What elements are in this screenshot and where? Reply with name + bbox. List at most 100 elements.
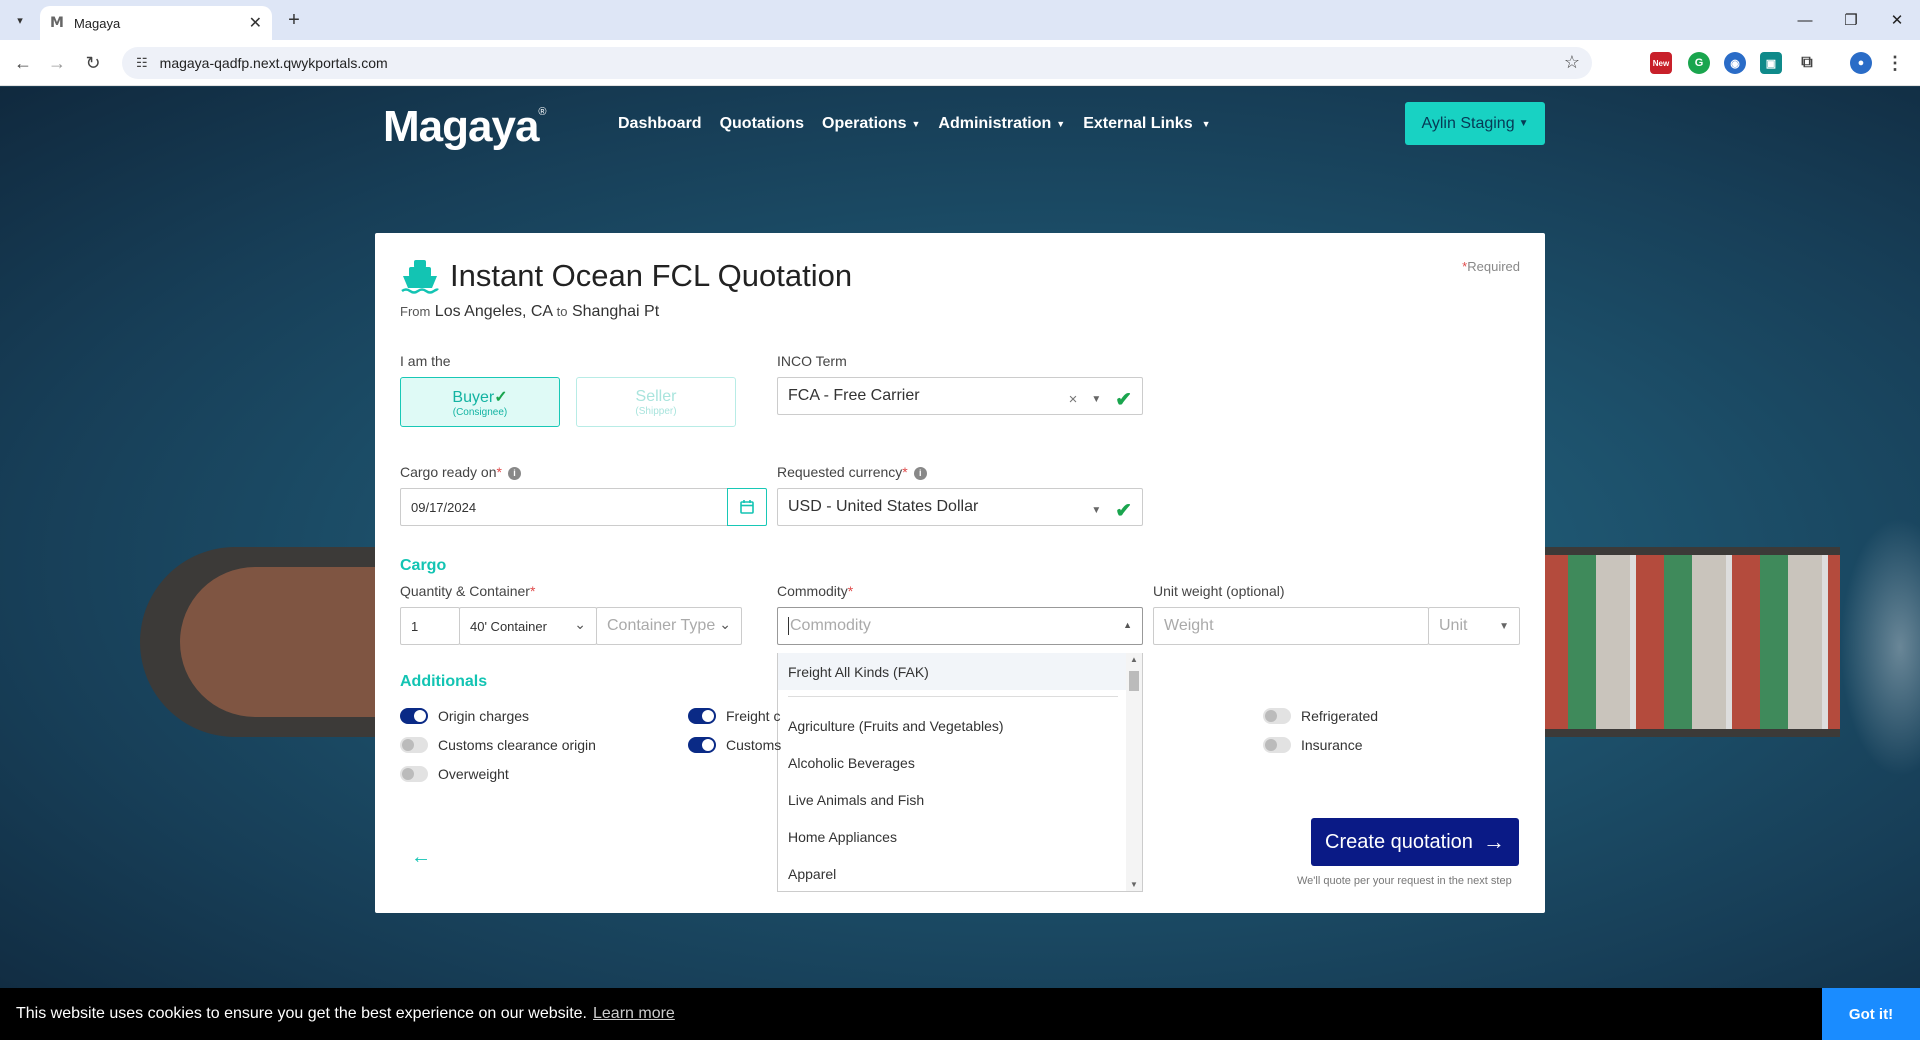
nav-administration[interactable]: Administration ▼ (938, 115, 1065, 133)
required-note: *Required (1462, 259, 1520, 274)
chevron-down-icon: ⌄ (719, 616, 731, 632)
cargo-ready-date-input[interactable]: 09/17/2024 (400, 488, 728, 526)
chevron-down-icon: ▼ (911, 119, 921, 129)
calendar-icon (740, 500, 754, 514)
forward-icon[interactable]: → (44, 50, 70, 76)
commodity-option[interactable]: Home Appliances (778, 818, 1142, 855)
page-background: Magaya® Dashboard Quotations Operations ▼… (0, 87, 1920, 1040)
cargo-section-title: Cargo (400, 557, 447, 574)
main-nav: Dashboard Quotations Operations ▼ Adminis… (618, 115, 1211, 133)
learn-more-link[interactable]: Learn more (593, 1005, 675, 1023)
commodity-select[interactable]: Commodity ▲ (777, 607, 1143, 645)
create-quotation-note: We'll quote per your request in the next… (1297, 875, 1512, 887)
url-text: magaya-qadfp.next.qwykportals.com (159, 55, 388, 71)
close-window-icon[interactable]: ✕ (1874, 0, 1920, 40)
chevron-down-icon: ▼ (1056, 119, 1066, 129)
quantity-container-label: Quantity & Container* (400, 583, 536, 599)
refrigerated-toggle[interactable]: Refrigerated (1263, 708, 1378, 724)
magaya-favicon-icon: M (50, 15, 64, 31)
profile-avatar-icon[interactable]: ● (1850, 52, 1872, 74)
site-info-icon[interactable]: ☷ (136, 55, 148, 71)
tab-search-chevron-icon[interactable]: ▾ (8, 8, 32, 32)
scroll-down-icon[interactable]: ▼ (1130, 880, 1138, 889)
bookmark-star-icon[interactable]: ☆ (1564, 52, 1580, 73)
tab-close-icon[interactable]: ✕ (249, 13, 262, 33)
container-size-select[interactable]: 40' Container ⌄ (459, 607, 597, 645)
back-icon[interactable]: ← (10, 50, 36, 76)
extension-square-icon[interactable]: ▣ (1760, 52, 1782, 74)
commodity-option[interactable]: Alcoholic Beverages (778, 744, 1142, 781)
restore-icon[interactable]: ❐ (1828, 0, 1874, 40)
address-bar: ← → ↻ ☷ magaya-qadfp.next.qwykportals.co… (0, 40, 1920, 86)
extension-new-icon[interactable]: New (1650, 52, 1672, 74)
calendar-button[interactable] (727, 488, 767, 526)
info-icon[interactable]: i (913, 466, 927, 480)
tab-title: Magaya (73, 15, 121, 31)
check-icon: ✓ (494, 388, 508, 406)
extensions-puzzle-icon[interactable]: ⧉ (1796, 52, 1818, 74)
container-type-select[interactable]: Container Type ⌄ (596, 607, 742, 645)
seller-button[interactable]: Seller (Shipper) (576, 377, 736, 427)
commodity-option[interactable]: Freight All Kinds (FAK) (778, 653, 1142, 690)
quotation-card: *Required Instant Ocean FCL Quotation Fr… (375, 233, 1545, 913)
card-header: Instant Ocean FCL Quotation (400, 258, 852, 294)
caret-down-icon: ▼ (1091, 505, 1102, 516)
cookie-banner: This website uses cookies to ensure you … (0, 988, 1920, 1040)
commodity-dropdown: Freight All Kinds (FAK) Agriculture (Fru… (777, 653, 1143, 892)
valid-check-icon: ✔ (1115, 389, 1132, 411)
create-quotation-button[interactable]: Create quotation → (1311, 818, 1519, 866)
caret-up-icon: ▲ (1123, 620, 1132, 630)
chevron-down-icon: ▼ (1201, 119, 1211, 129)
buyer-button[interactable]: Buyer✓ (Consignee) (400, 377, 560, 427)
browser-tab[interactable]: M Magaya ✕ (40, 6, 272, 40)
chevron-down-icon: ⌄ (574, 616, 586, 632)
reload-icon[interactable]: ↻ (80, 50, 106, 76)
nav-quotations[interactable]: Quotations (720, 115, 804, 133)
browser-tabbar: ▾ M Magaya ✕ + — ❐ ✕ (0, 0, 1920, 40)
page-title: Instant Ocean FCL Quotation (450, 258, 853, 293)
inco-label: INCO Term (777, 353, 847, 369)
currency-select[interactable]: USD - United States Dollar ▼ ✔ (777, 488, 1143, 526)
insurance-toggle[interactable]: Insurance (1263, 737, 1362, 753)
freight-toggle[interactable]: Freight c (688, 708, 780, 724)
extension-eye-icon[interactable]: ◉ (1724, 52, 1746, 74)
browser-menu-icon[interactable]: ⋮ (1884, 52, 1906, 74)
role-label: I am the (400, 353, 451, 369)
new-tab-icon[interactable]: + (282, 8, 306, 32)
origin-charges-toggle[interactable]: Origin charges (400, 708, 529, 724)
nav-external-links[interactable]: External Links ▼ (1083, 115, 1210, 133)
arrow-right-icon: → (1482, 829, 1505, 854)
background-wake (1840, 517, 1920, 777)
customs-clearance-origin-toggle[interactable]: Customs clearance origin (400, 737, 596, 753)
route-summary: From Los Angeles, CA to Shanghai Pt (400, 303, 660, 320)
chevron-down-icon: ▼ (1518, 118, 1529, 129)
weight-input[interactable]: Weight (1153, 607, 1429, 645)
dropdown-scrollbar[interactable]: ▲ ▼ (1126, 653, 1142, 891)
info-icon[interactable]: i (507, 466, 521, 480)
commodity-option[interactable]: Agriculture (Fruits and Vegetables) (778, 707, 1142, 744)
commodity-option[interactable]: Live Animals and Fish (778, 781, 1142, 818)
weight-unit-select[interactable]: Unit ▼ (1428, 607, 1520, 645)
minimize-icon[interactable]: — (1782, 0, 1828, 40)
nav-operations[interactable]: Operations ▼ (822, 115, 920, 133)
grammarly-icon[interactable]: G (1688, 52, 1710, 74)
ship-icon (401, 260, 439, 294)
clear-icon[interactable]: × (1069, 391, 1078, 408)
caret-down-icon: ▼ (1091, 394, 1102, 405)
user-menu-button[interactable]: Aylin Staging ▼ (1405, 102, 1545, 145)
overweight-toggle[interactable]: Overweight (400, 766, 509, 782)
omnibox[interactable]: ☷ magaya-qadfp.next.qwykportals.com ☆ (122, 47, 1592, 79)
cargo-ready-label: Cargo ready on* i (400, 464, 521, 480)
valid-check-icon: ✔ (1115, 500, 1132, 522)
customs-toggle[interactable]: Customs (688, 737, 781, 753)
magaya-logo[interactable]: Magaya® (383, 102, 547, 152)
quantity-input[interactable]: 1 (400, 607, 460, 645)
back-arrow-icon[interactable]: ← (411, 846, 431, 869)
inco-select[interactable]: FCA - Free Carrier × ▼ ✔ (777, 377, 1143, 415)
scroll-up-icon[interactable]: ▲ (1130, 655, 1138, 664)
cookie-accept-button[interactable]: Got it! (1822, 988, 1920, 1040)
commodity-option[interactable]: Apparel (778, 855, 1142, 892)
cookie-message: This website uses cookies to ensure you … (16, 1005, 587, 1022)
nav-dashboard[interactable]: Dashboard (618, 115, 702, 133)
commodity-label: Commodity* (777, 583, 854, 599)
